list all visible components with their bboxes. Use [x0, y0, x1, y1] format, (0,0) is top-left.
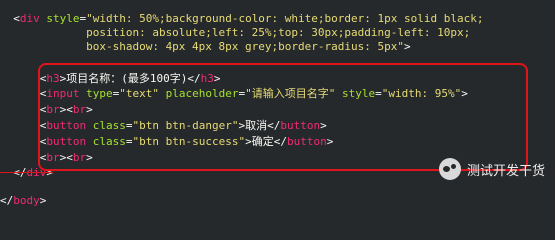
code-token: body [13, 194, 40, 207]
code-token: </ [0, 166, 27, 179]
code-line: <div style="width: 50%;background-color:… [0, 12, 483, 26]
code-token: position: absolute;left: 25%;top: 30px;p… [0, 26, 471, 39]
code-line: </body> [0, 194, 46, 208]
code-token: </ [0, 194, 14, 207]
code-line: position: absolute;left: 25%;top: 30px;p… [0, 26, 470, 40]
code-line: box-shadow: 4px 4px 8px grey;border-radi… [0, 40, 411, 54]
code-token: box-shadow: 4px 4px 8px grey;border-radi… [0, 40, 404, 53]
wechat-icon [438, 158, 461, 180]
code-token: > [403, 40, 411, 53]
highlight-box [38, 63, 528, 171]
watermark-text: 测试开发干货 [466, 163, 545, 179]
watermark: 测试开发干货 [438, 158, 545, 180]
code-token: < [0, 12, 20, 25]
code-token: > [39, 194, 47, 207]
code-token: "width: 50%;background-color: white;bord… [86, 12, 484, 25]
code-token: div [19, 12, 40, 25]
code-token: style [39, 12, 80, 25]
